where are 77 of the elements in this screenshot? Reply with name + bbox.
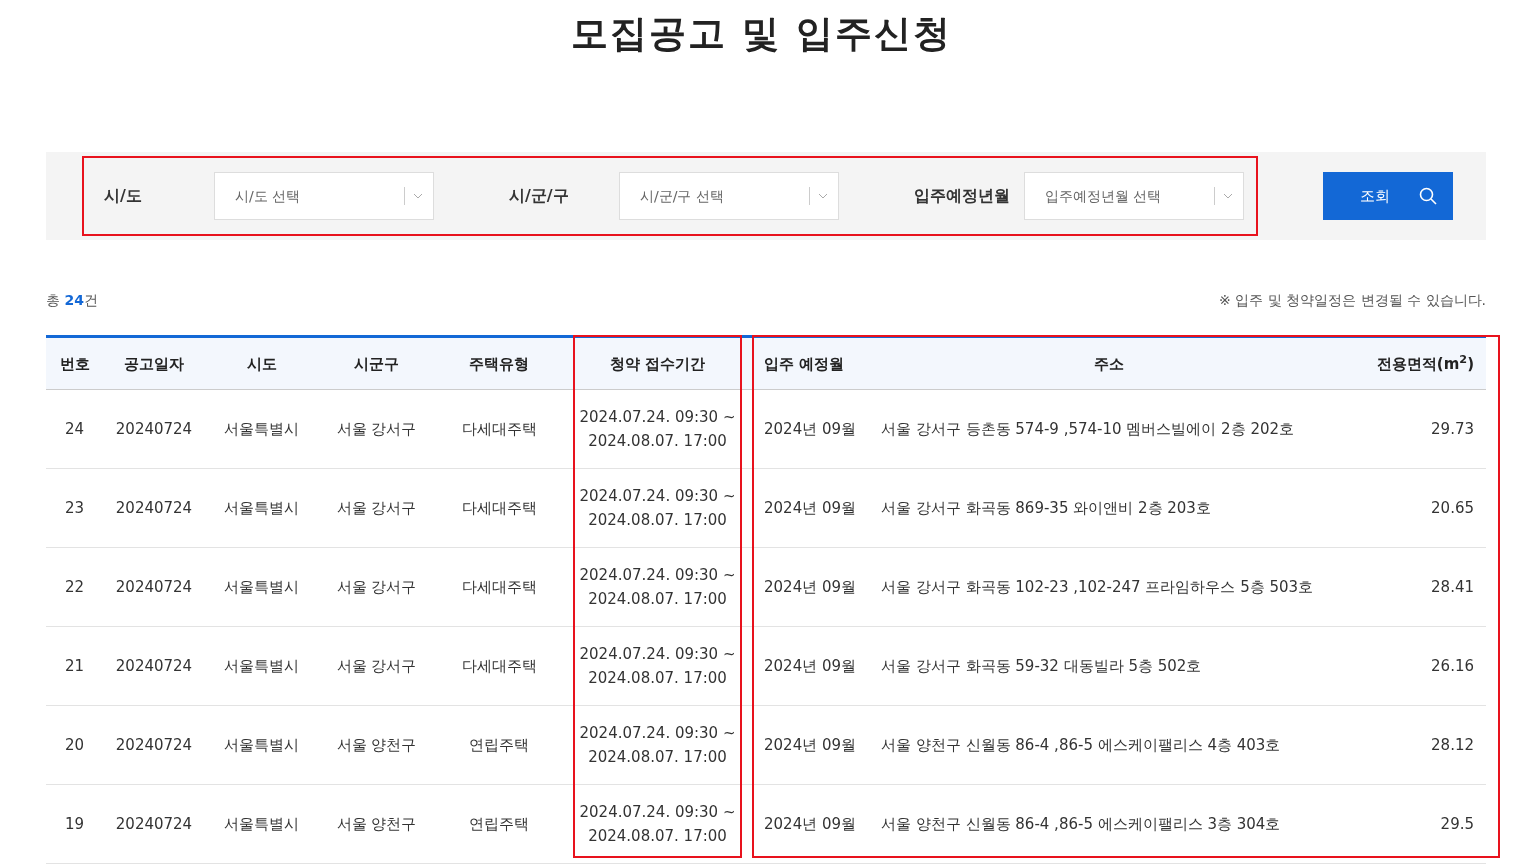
table-cell: 22	[46, 547, 103, 627]
table-cell: 20	[46, 705, 103, 785]
table-cell: 26.16	[1348, 626, 1486, 706]
table-cell: 서울 강서구 화곡동 869-35 와이앤비 2층 203호	[869, 468, 1348, 548]
table-cell: 20.65	[1348, 468, 1486, 548]
table-cell: 20240724	[103, 547, 205, 627]
column-header: 공고일자	[103, 336, 205, 390]
table-cell: 20240724	[103, 705, 205, 785]
table-cell: 2024.07.24. 09:30 ~ 2024.08.07. 17:00	[563, 705, 752, 785]
table-cell: 20240724	[103, 784, 205, 864]
table-cell: 서울 양천구 신월동 86-4 ,86-5 에스케이팰리스 4층 403호	[869, 705, 1348, 785]
table-cell: 2024년 09월	[752, 784, 869, 864]
table-cell: 21	[46, 626, 103, 706]
column-header: 입주 예정월	[752, 336, 869, 390]
table-cell: 연립주택	[435, 705, 563, 785]
table-cell: 2024년 09월	[752, 389, 869, 469]
table-cell: 서울 강서구	[318, 547, 435, 627]
table-cell: 다세대주택	[435, 389, 563, 469]
table-cell: 2024.07.24. 09:30 ~ 2024.08.07. 17:00	[563, 784, 752, 864]
total-count: 총 24건	[46, 291, 98, 311]
table-cell: 2024년 09월	[752, 547, 869, 627]
column-header: 시도	[205, 336, 318, 390]
notice-text: ※ 입주 및 청약일정은 변경될 수 있습니다.	[1219, 291, 1486, 311]
table-cell: 19	[46, 784, 103, 864]
dropdown-field[interactable]: 시/도 선택	[214, 172, 434, 221]
search-icon	[1419, 187, 1437, 206]
table-cell: 서울 강서구 등촌동 574-9 ,574-10 멤버스빌에이 2층 202호	[869, 389, 1348, 469]
table-cell: 다세대주택	[435, 468, 563, 548]
chevron-down-icon	[1223, 193, 1233, 200]
table-cell: 서울 강서구	[318, 389, 435, 469]
table-cell: 다세대주택	[435, 547, 563, 627]
filter-label: 입주예정년월	[914, 185, 1011, 208]
table-cell: 서울특별시	[205, 389, 318, 469]
table-cell: 2024.07.24. 09:30 ~ 2024.08.07. 17:00	[563, 389, 752, 469]
column-header: 시군구	[318, 336, 435, 390]
table-cell: 20240724	[103, 468, 205, 548]
table-cell: 20240724	[103, 626, 205, 706]
table-cell: 2024년 09월	[752, 626, 869, 706]
table-cell: 서울 양천구	[318, 705, 435, 785]
table-cell: 2024.07.24. 09:30 ~ 2024.08.07. 17:00	[563, 547, 752, 627]
column-header: 번호	[46, 336, 103, 390]
chevron-down-icon	[818, 193, 828, 200]
page-title: 모집공고 및 입주신청	[570, 12, 953, 57]
table-cell: 23	[46, 468, 103, 548]
chevron-down-icon	[413, 193, 423, 200]
column-header: 주택유형	[435, 336, 563, 390]
search-button[interactable]: 조회	[1323, 172, 1453, 221]
table-cell: 28.41	[1348, 547, 1486, 627]
table-cell: 2024년 09월	[752, 468, 869, 548]
table-cell: 29.5	[1348, 784, 1486, 864]
column-header: 주소	[869, 336, 1348, 390]
table-cell: 서울특별시	[205, 705, 318, 785]
table-cell: 서울특별시	[205, 547, 318, 627]
table-cell: 연립주택	[435, 784, 563, 864]
table-cell: 서울 강서구 화곡동 102-23 ,102-247 프라임하우스 5층 503호	[869, 547, 1348, 627]
table-cell: 서울 강서구	[318, 468, 435, 548]
table-cell: 서울 양천구	[318, 784, 435, 864]
filter-label: 시/군/구	[509, 185, 570, 208]
table-cell: 2024.07.24. 09:30 ~ 2024.08.07. 17:00	[563, 468, 752, 548]
table-cell: 다세대주택	[435, 626, 563, 706]
dropdown-field[interactable]: 시/군/구 선택	[619, 172, 839, 221]
table-cell: 서울 강서구 화곡동 59-32 대동빌라 5층 502호	[869, 626, 1348, 706]
table-cell: 서울특별시	[205, 626, 318, 706]
table-cell: 24	[46, 389, 103, 469]
table-cell: 서울 강서구	[318, 626, 435, 706]
table-cell: 20240724	[103, 389, 205, 469]
filter-label: 시/도	[104, 185, 143, 208]
table-cell: 2024년 09월	[752, 705, 869, 785]
dropdown-field[interactable]: 입주예정년월 선택	[1024, 172, 1244, 221]
table-cell: 서울 양천구 신월동 86-4 ,86-5 에스케이팰리스 3층 304호	[869, 784, 1348, 864]
table-cell: 서울특별시	[205, 784, 318, 864]
table-cell: 29.73	[1348, 389, 1486, 469]
table-cell: 2024.07.24. 09:30 ~ 2024.08.07. 17:00	[563, 626, 752, 706]
table-cell: 28.12	[1348, 705, 1486, 785]
table-cell: 서울특별시	[205, 468, 318, 548]
column-header: 청약 접수기간	[563, 336, 752, 390]
column-header: 전용면적(m$^{2}$)	[1348, 336, 1486, 390]
